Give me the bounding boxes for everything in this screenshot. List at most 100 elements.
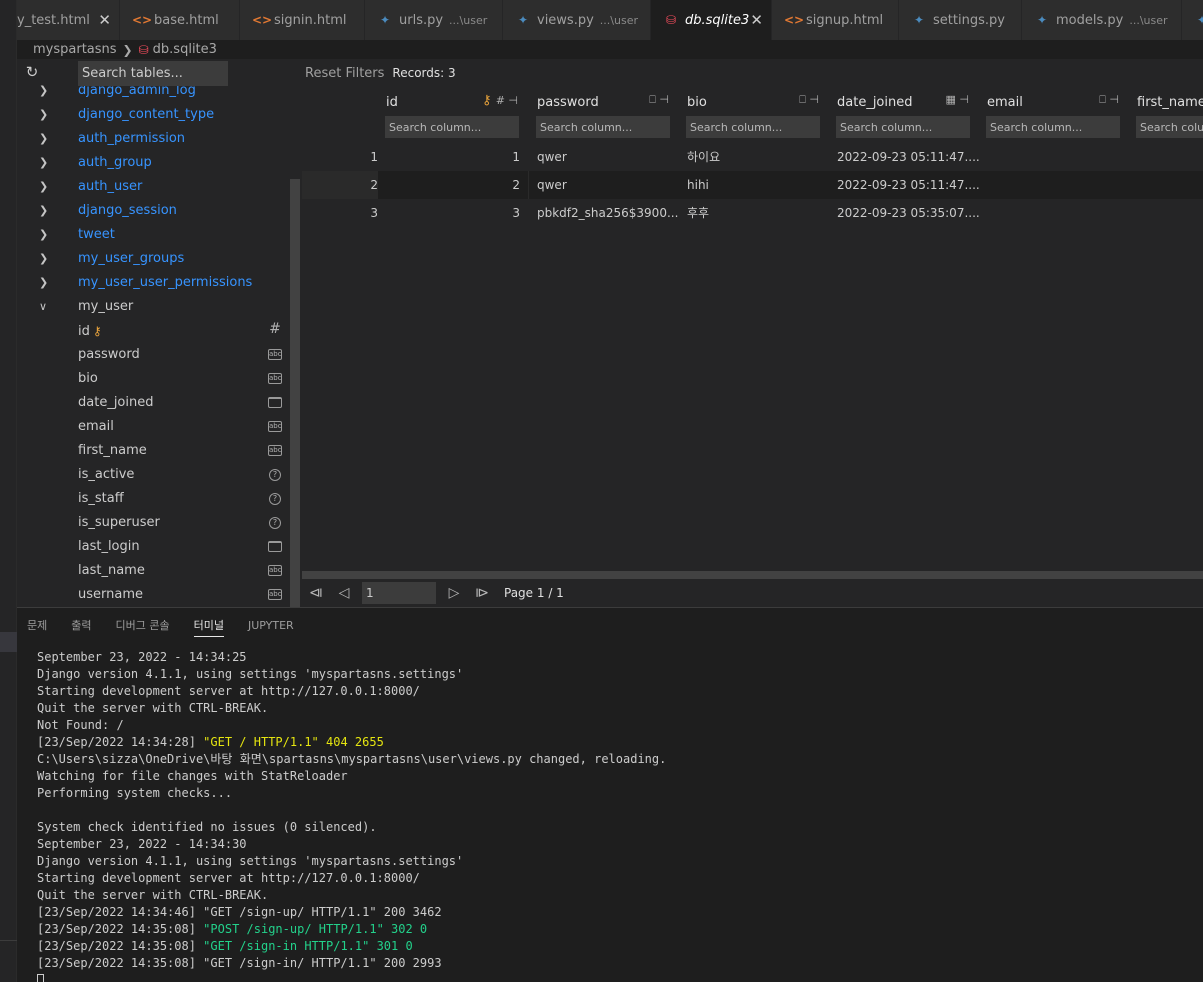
table-item[interactable]: ❯ auth_group	[17, 151, 302, 175]
column-search-input[interactable]	[986, 116, 1120, 138]
table-item[interactable]: ❯ my_user_groups	[17, 247, 302, 271]
terminal-prefix: [23/Sep/2022 14:35:08]	[37, 939, 204, 953]
table-cell[interactable]: 2022-09-23 05:11:47....	[829, 143, 979, 171]
chevron-down-icon[interactable]: ∨	[39, 295, 51, 319]
column-header-label[interactable]: date_joined	[837, 95, 912, 110]
table-item-open[interactable]: ∨ my_user	[17, 295, 302, 319]
table-item[interactable]: ❯ my_user_user_permissions	[17, 271, 302, 295]
column-item[interactable]: username abc	[17, 583, 302, 607]
panel-tab[interactable]: 문제	[27, 608, 47, 643]
reset-filters-button[interactable]: Reset Filters	[305, 66, 384, 81]
column-item[interactable]: is_staff?	[17, 487, 302, 511]
editor-tab[interactable]: ✦ settings.py	[899, 0, 1022, 40]
column-item[interactable]: first_name abc	[17, 439, 302, 463]
pin-icon[interactable]: ⊣	[659, 93, 669, 106]
column-item[interactable]: password abc	[17, 343, 302, 367]
chevron-right-icon[interactable]: ❯	[39, 127, 51, 151]
editor-tab[interactable]: ✦ views.py ...\user	[503, 0, 651, 40]
editor-tab[interactable]: ✦ urls.py ...\user	[365, 0, 503, 40]
table-cell[interactable]: hihi	[679, 171, 829, 199]
table-cell[interactable]	[979, 171, 1129, 199]
table-item[interactable]: ❯ django_content_type	[17, 103, 302, 127]
column-header-label[interactable]: id	[386, 95, 398, 110]
table-cell[interactable]	[1129, 171, 1203, 199]
column-item[interactable]: last_name abc	[17, 559, 302, 583]
chevron-right-icon[interactable]: ❯	[39, 151, 51, 175]
table-item[interactable]: ❯ django_session	[17, 199, 302, 223]
editor-tab[interactable]: <> base.html	[120, 0, 240, 40]
horizontal-scrollbar[interactable]	[302, 571, 1203, 579]
refresh-icon[interactable]: ↻	[21, 61, 43, 83]
column-item[interactable]: last_login	[17, 535, 302, 559]
table-cell[interactable]: 2022-09-23 05:35:07....	[829, 199, 979, 227]
column-header-label[interactable]: password	[537, 95, 599, 110]
terminal-prompt-line[interactable]	[37, 972, 666, 982]
column-search-input[interactable]	[536, 116, 670, 138]
pin-icon[interactable]: ⊣	[1109, 93, 1119, 106]
editor-tab[interactable]: ✦ models.py ...\user	[1022, 0, 1182, 40]
column-search-input[interactable]	[1136, 116, 1203, 138]
column-item[interactable]: email abc	[17, 415, 302, 439]
table-item[interactable]: ❯ tweet	[17, 223, 302, 247]
close-icon[interactable]: ✕	[750, 11, 763, 29]
column-item[interactable]: bio abc	[17, 367, 302, 391]
editor-tab[interactable]: ✦	[1182, 0, 1203, 40]
table-cell[interactable]	[1129, 199, 1203, 227]
panel-tab[interactable]: 디버그 콘솔	[116, 608, 170, 643]
chevron-right-icon[interactable]: ❯	[39, 199, 51, 223]
breadcrumb-file[interactable]: db.sqlite3	[153, 42, 217, 57]
chevron-right-icon[interactable]: ❯	[39, 271, 51, 295]
pin-icon[interactable]: ⊣	[508, 94, 518, 107]
column-search-input[interactable]	[836, 116, 970, 138]
pin-icon[interactable]: ⊣	[809, 93, 819, 106]
column-search-input[interactable]	[686, 116, 820, 138]
table-cell[interactable]: 하이요	[679, 143, 829, 171]
column-item[interactable]: is_active?	[17, 463, 302, 487]
table-cell[interactable]	[1129, 143, 1203, 171]
prev-page-icon[interactable]: ◁	[330, 585, 358, 601]
table-cell[interactable]: 2	[378, 171, 528, 199]
column-header-label[interactable]: first_name	[1137, 95, 1203, 110]
pin-icon[interactable]: ⊣	[959, 93, 969, 106]
panel-tab[interactable]: JUPYTER	[248, 608, 294, 643]
editor-tab[interactable]: y_test.html ✕	[17, 0, 120, 40]
table-cell[interactable]: 3	[378, 199, 528, 227]
last-page-icon[interactable]: ⧐	[468, 585, 496, 601]
table-cell[interactable]: 1	[378, 143, 528, 171]
terminal-output[interactable]: September 23, 2022 - 14:34:25 Django vers…	[37, 649, 666, 982]
column-item[interactable]: date_joined	[17, 391, 302, 415]
table-cell[interactable]: 후후	[679, 199, 829, 227]
table-item[interactable]: ❯ auth_user	[17, 175, 302, 199]
column-search-input[interactable]	[385, 116, 519, 138]
table-search-input[interactable]	[78, 61, 228, 86]
chevron-right-icon[interactable]: ❯	[39, 103, 51, 127]
column-header-label[interactable]: bio	[687, 95, 707, 110]
next-page-icon[interactable]: ▷	[440, 585, 468, 601]
table-cell[interactable]	[979, 199, 1129, 227]
first-page-icon[interactable]: ⧏	[302, 585, 330, 601]
close-icon[interactable]: ✕	[98, 11, 111, 29]
column-header-label[interactable]: email	[987, 95, 1023, 110]
column-item[interactable]: id ⚷ #	[17, 319, 302, 343]
panel-tab[interactable]: 출력	[71, 608, 91, 643]
table-row[interactable]: 3 3 pbkdf2_sha256$3900... 후후 2022-09-23 05:3…	[302, 199, 1203, 227]
column-item[interactable]: is_superuser?	[17, 511, 302, 535]
chevron-right-icon[interactable]: ❯	[39, 223, 51, 247]
table-cell[interactable]: qwer	[529, 143, 679, 171]
editor-tab[interactable]: ⛁ db.sqlite3 ✕	[651, 0, 772, 40]
table-row[interactable]: 1 1 qwer 하이요 2022-09-23 05:11:47....	[302, 143, 1203, 171]
table-cell[interactable]: 2022-09-23 05:11:47....	[829, 171, 979, 199]
table-cell[interactable]	[979, 143, 1129, 171]
editor-tab[interactable]: <> signup.html	[772, 0, 899, 40]
chevron-right-icon[interactable]: ❯	[39, 175, 51, 199]
table-cell[interactable]: qwer	[529, 171, 679, 199]
page-number-input[interactable]	[362, 582, 436, 604]
table-cell[interactable]: pbkdf2_sha256$3900...	[529, 199, 679, 227]
editor-tab[interactable]: <> signin.html	[240, 0, 365, 40]
breadcrumb-folder[interactable]: myspartasns	[33, 42, 117, 57]
panel-tab[interactable]: 터미널	[193, 608, 225, 643]
sidebar-scrollbar[interactable]	[290, 179, 300, 607]
table-item[interactable]: ❯ auth_permission	[17, 127, 302, 151]
chevron-right-icon[interactable]: ❯	[39, 247, 51, 271]
table-row[interactable]: 2 2 qwer hihi 2022-09-23 05:11:47....	[302, 171, 1203, 199]
